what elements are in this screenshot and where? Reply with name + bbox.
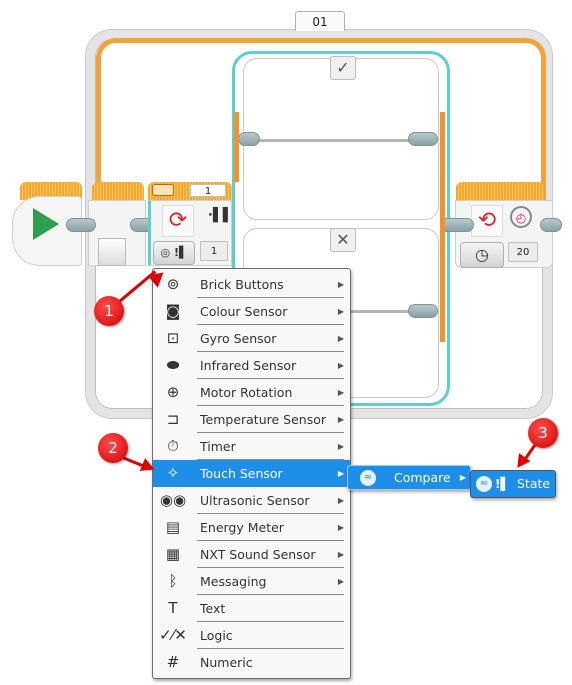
true-case-wire: [258, 139, 418, 142]
loop-timer-mode-icon: ◴: [510, 206, 532, 228]
menu-item-infrared-sensor[interactable]: ⬬ Infrared Sensor ▶: [153, 352, 350, 379]
menu-item-numeric[interactable]: # Numeric: [153, 649, 350, 676]
menu-item-colour-sensor[interactable]: ◙ Colour Sensor ▶: [153, 298, 350, 325]
menu-item-label: Text: [200, 601, 226, 616]
switch-output-connector: [440, 218, 474, 232]
ultrasonic-sensor-icon: ◉◉: [159, 491, 187, 509]
compare-icon: ≈: [476, 476, 492, 492]
start-output-connector: [66, 218, 96, 232]
loop-mode-selector[interactable]: ◷: [460, 242, 504, 268]
true-case-in-connector: [238, 132, 260, 146]
logic-icon: ✓⁄✕: [159, 626, 187, 644]
menu-item-label: Numeric: [200, 655, 253, 670]
play-icon[interactable]: [33, 208, 59, 240]
menu-item-gyro-sensor[interactable]: ⊡ Gyro Sensor ▶: [153, 325, 350, 352]
menu-item-label: Motor Rotation: [200, 385, 293, 400]
energy-meter-icon: ▤: [165, 518, 181, 536]
loop-end-head: [456, 182, 544, 200]
menu-item-brick-buttons[interactable]: ⊚ Brick Buttons ▶: [153, 271, 350, 298]
submenu-arrow-icon: ▶: [337, 280, 344, 289]
motor-rotation-icon: ⊕: [166, 383, 180, 401]
submenu-arrow-icon: ▶: [337, 442, 344, 451]
submenu-arrow-icon: ▶: [337, 388, 344, 397]
switch-right-orange-bar: [440, 112, 445, 342]
switch-header-field[interactable]: 1: [190, 184, 226, 197]
submenu-arrow-icon: ▶: [337, 361, 344, 370]
port-select-icon: ⋅▌▌: [208, 208, 233, 223]
menu-item-label: Temperature Sensor: [200, 412, 327, 427]
gyro-sensor-icon: ⊡: [166, 329, 180, 347]
menu-item-logic[interactable]: ✓⁄✕ Logic: [153, 622, 350, 649]
menu-item-text[interactable]: T Text: [153, 595, 350, 622]
menu-item-touch-sensor[interactable]: ✧ Touch Sensor ▶: [153, 460, 350, 487]
menu-item-label: Gyro Sensor: [200, 331, 277, 346]
true-case-tab[interactable]: ✓: [330, 56, 356, 80]
bluetooth-icon: ᛒ: [168, 572, 178, 590]
touch-sensor-icon: ✧: [166, 464, 180, 482]
switch-icon: ⟳: [162, 205, 194, 237]
submenu-arrow-icon: ▶: [337, 523, 344, 532]
switch-view-toggle-icon[interactable]: [152, 184, 174, 196]
menu-item-label: Ultrasonic Sensor: [200, 493, 310, 508]
menu-item-label: NXT Sound Sensor: [200, 547, 316, 562]
true-case-out-connector: [408, 132, 438, 146]
text-icon: T: [168, 599, 178, 617]
submenu-arrow-icon: ▶: [337, 496, 344, 505]
menu-item-label: Messaging: [200, 574, 267, 589]
menu-item-label: Timer: [200, 439, 236, 454]
submenu-arrow-icon: ▶: [337, 577, 344, 586]
loop-name-label[interactable]: 01: [295, 11, 345, 31]
switch-mode-selector[interactable]: ◎ !▌: [153, 241, 195, 265]
menu-item-label: Brick Buttons: [200, 277, 284, 292]
annotation-badge-3: 3: [528, 418, 558, 448]
colour-sensor-icon: ◙: [165, 302, 181, 320]
loop-icon: ⟲: [471, 205, 503, 237]
temperature-sensor-icon: ⊐: [166, 410, 180, 428]
timer-icon: ⏱: [167, 437, 179, 455]
loop-output-connector: [540, 218, 562, 232]
sensor-mode-menu: ⊚ Brick Buttons ▶ ◙ Colour Sensor ▶ ⊡ Gyro Sens…: [152, 268, 351, 679]
submenu-arrow-icon: ▶: [459, 473, 466, 482]
submenu-compare[interactable]: ≈ Compare ▶: [347, 465, 471, 490]
switch-port-field[interactable]: 1: [200, 241, 228, 261]
loop-start-head: [92, 182, 144, 200]
submenu-arrow-icon: ▶: [337, 550, 344, 559]
loop-count-field[interactable]: 20: [508, 242, 538, 262]
annotation-badge-2: 2: [98, 433, 128, 463]
submenu-arrow-icon: ▶: [337, 415, 344, 424]
menu-item-energy-meter[interactable]: ▤ Energy Meter ▶: [153, 514, 350, 541]
submenu-arrow-icon: ▶: [337, 469, 344, 478]
menu-item-label: Touch Sensor: [200, 466, 283, 481]
submenu-state[interactable]: ≈ !▌ State: [470, 470, 556, 498]
menu-item-temperature-sensor[interactable]: ⊐ Temperature Sensor ▶: [153, 406, 350, 433]
menu-item-label: Colour Sensor: [200, 304, 288, 319]
state-icon: !▌: [495, 477, 510, 491]
submenu-arrow-icon: ▶: [337, 334, 344, 343]
compare-icon: ≈: [360, 470, 376, 486]
menu-item-nxt-sound-sensor[interactable]: ▦ NXT Sound Sensor ▶: [153, 541, 350, 568]
menu-item-messaging[interactable]: ᛒ Messaging ▶: [153, 568, 350, 595]
menu-item-label: Energy Meter: [200, 520, 284, 535]
numeric-icon: #: [166, 653, 180, 671]
state-label: State: [517, 476, 551, 491]
infrared-sensor-icon: ⬬: [166, 356, 180, 374]
nxt-sound-sensor-icon: ▦: [165, 545, 181, 563]
menu-item-label: Infrared Sensor: [200, 358, 297, 373]
menu-item-motor-rotation[interactable]: ⊕ Motor Rotation ▶: [153, 379, 350, 406]
false-case-out-connector: [408, 304, 438, 318]
false-case-tab[interactable]: ✕: [330, 228, 356, 252]
menu-item-timer[interactable]: ⏱ Timer ▶: [153, 433, 350, 460]
loop-start-tab: [98, 238, 126, 266]
compare-label: Compare: [394, 470, 451, 485]
menu-item-label: Logic: [200, 628, 233, 643]
submenu-arrow-icon: ▶: [337, 307, 344, 316]
annotation-badge-1: 1: [94, 296, 124, 326]
menu-item-ultrasonic-sensor[interactable]: ◉◉ Ultrasonic Sensor ▶: [153, 487, 350, 514]
switch-left-orange-bar: [234, 112, 239, 182]
